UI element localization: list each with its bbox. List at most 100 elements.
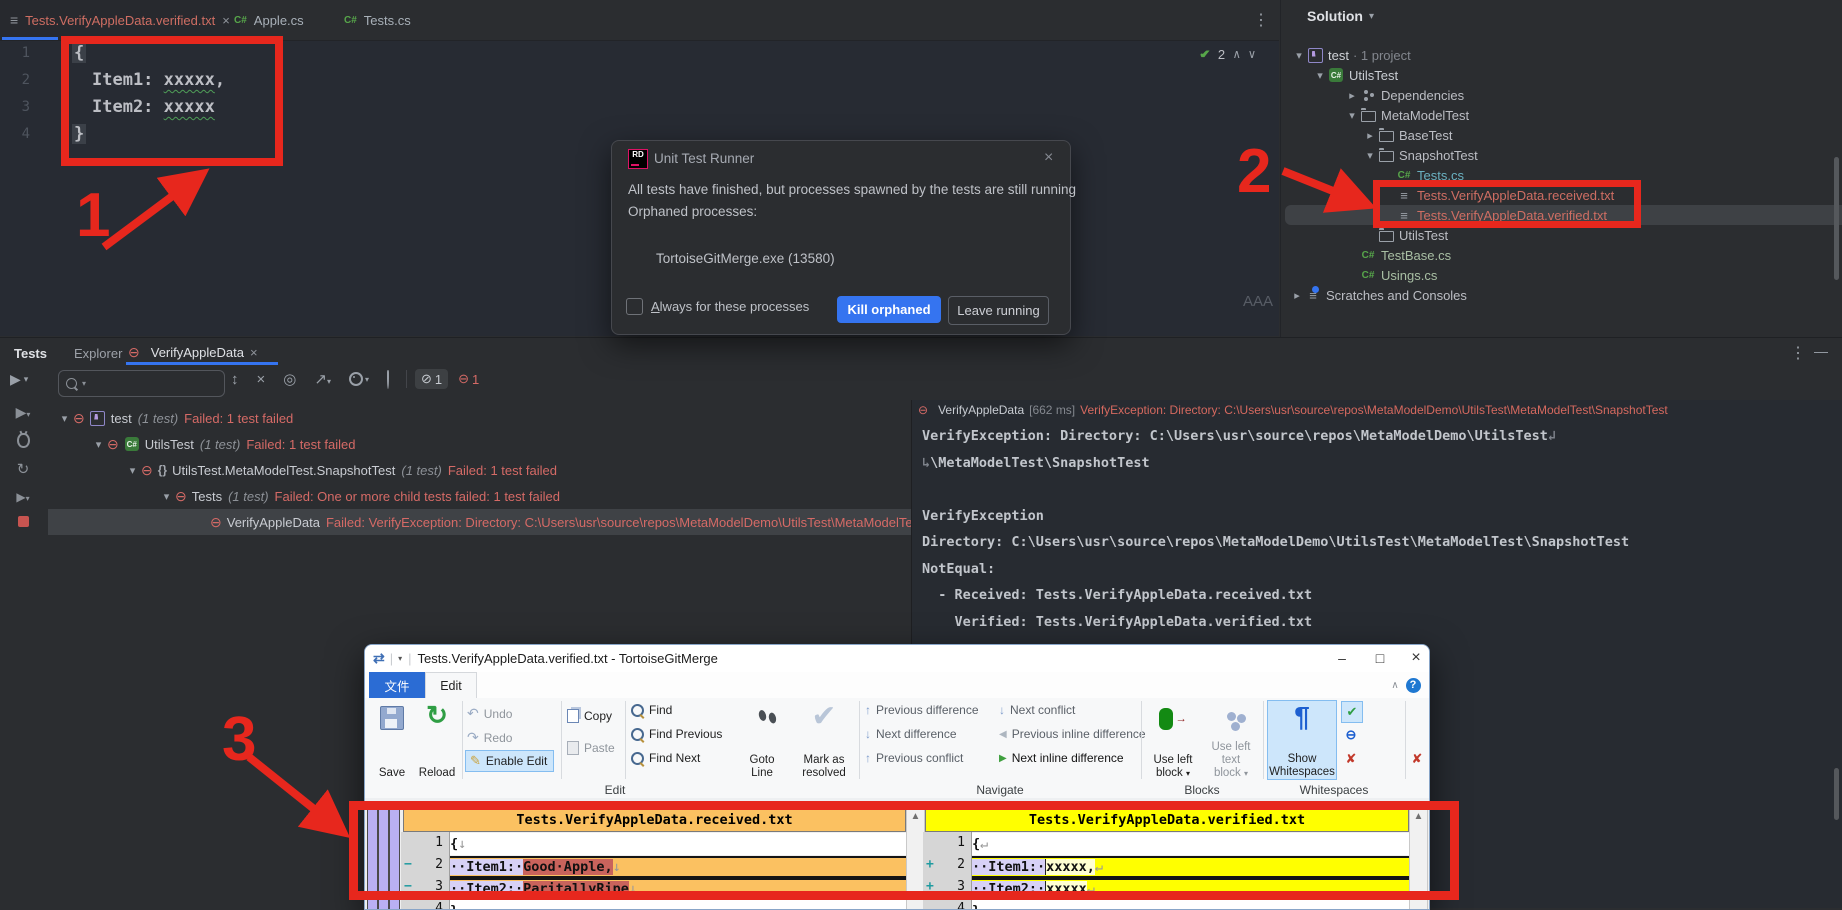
diff-line-changed[interactable]: ··Item1:· xxxxx, ↵ (972, 856, 1409, 878)
run-icon[interactable]: ▶ (10, 371, 21, 388)
tab-explorer[interactable]: Explorer (74, 345, 122, 363)
copy-button[interactable]: Copy (567, 709, 612, 723)
quick-access-dropdown-icon[interactable]: ▾ (398, 654, 402, 663)
whitespace-ignore-icon[interactable]: ⊖ (1341, 725, 1361, 745)
tree-item-testbase-cs[interactable]: C# TestBase.cs (1285, 245, 1842, 265)
muted-filter-badge[interactable]: ⊘ 1 (414, 369, 449, 389)
expand-all-icon[interactable]: ↕ (231, 371, 239, 388)
always-checkbox[interactable]: Always for these processes (626, 298, 809, 315)
checkbox-icon[interactable] (626, 298, 643, 315)
chevron-down-icon[interactable]: ▾ (1291, 49, 1307, 62)
tree-item-project-utilstest[interactable]: ▾ C# UtilsTest (1285, 65, 1842, 85)
redo-button[interactable]: ↷ Redo (467, 729, 512, 746)
maximize-button[interactable]: □ (1365, 645, 1395, 671)
tab-verifyappledata[interactable]: ⊖ VerifyAppleData × (128, 344, 258, 361)
tab-apple-cs[interactable]: C# Apple.cs (224, 0, 314, 40)
test-node-class[interactable]: ▾ ⊖ {} UtilsTest.MetaModelTest.SnapshotT… (48, 457, 984, 483)
reload-button[interactable]: ↻ Reload (415, 700, 459, 780)
chevron-right-icon[interactable]: ▸ (1362, 129, 1378, 142)
prev-issue-icon[interactable]: ∧ (1233, 47, 1240, 61)
diff-line-changed[interactable]: ··Item1:· Good·Apple, ↓ (450, 856, 906, 878)
chevron-down-icon[interactable]: ▾ (1312, 69, 1328, 82)
close-icon[interactable]: × (250, 345, 258, 360)
settings-gear-icon[interactable]: ▾ (348, 372, 369, 386)
collapse-all-icon[interactable]: × (257, 371, 266, 388)
locator-bar[interactable] (389, 804, 400, 909)
undo-button[interactable]: ↶ Undo (467, 705, 512, 722)
diff-line[interactable]: {↵ (972, 833, 1409, 855)
chevron-down-icon[interactable]: ▾ (56, 412, 73, 425)
diff-line-changed[interactable]: ··Item2:· ParitallyRipe ↓ (450, 878, 906, 900)
dropdown-icon[interactable]: ▾ (24, 374, 29, 385)
test-node-tests[interactable]: ▾ ⊖ Tests (1 test) Failed: One or more c… (48, 483, 1018, 509)
chevron-down-icon[interactable]: ▾ (1362, 149, 1378, 162)
next-inline-difference-button[interactable]: ▶ Next inline difference (999, 751, 1124, 765)
paste-button[interactable]: Paste (567, 741, 615, 755)
use-left-text-block-button[interactable]: Use left text block ▾ (1201, 700, 1261, 780)
right-pane-scrollbar[interactable]: ▲ (1409, 808, 1428, 909)
test-node-project[interactable]: ▾ ⊖ C# UtilsTest (1 test) Failed: 1 test… (48, 431, 950, 457)
solution-header[interactable]: Solution ▾ (1307, 8, 1374, 24)
scroll-up-icon[interactable]: ▲ (911, 811, 921, 909)
rerun-icon[interactable]: ↻ (17, 460, 30, 478)
enable-edit-button[interactable]: ✎ Enable Edit (465, 750, 555, 772)
previous-difference-button[interactable]: ↑ Previous difference (865, 703, 979, 717)
whitespace-check-icon[interactable]: ✔ (1341, 701, 1363, 723)
use-left-block-button[interactable]: → Use left block ▾ (1147, 700, 1199, 780)
test-node-solution[interactable]: ▾ ⊖ test (1 test) Failed: 1 test failed (48, 405, 916, 431)
chevron-right-icon[interactable]: ▸ (1344, 89, 1360, 102)
close-icon[interactable]: × (1044, 149, 1053, 167)
previous-conflict-button[interactable]: ↑ Previous conflict (865, 751, 963, 765)
edit-tab[interactable]: Edit (425, 672, 477, 699)
show-whitespaces-button[interactable]: ¶ Show Whitespaces (1267, 700, 1337, 780)
preview-icon[interactable]: ◎ (283, 370, 296, 388)
find-next-button[interactable]: Find Next (631, 751, 700, 765)
find-previous-button[interactable]: Find Previous (631, 727, 722, 741)
minimize-button[interactable]: – (1327, 645, 1357, 671)
failed-filter-badge[interactable]: ⊖ 1 (458, 371, 479, 387)
next-conflict-button[interactable]: ↓ Next conflict (999, 703, 1075, 717)
collapse-ribbon-icon[interactable]: ∧ (1387, 672, 1403, 698)
tab-tests[interactable]: Tests (14, 345, 47, 363)
kebab-menu-icon[interactable]: ⋮ (1253, 10, 1269, 30)
mark-resolved-button[interactable]: ✔ Mark as resolved (791, 700, 857, 780)
previous-inline-difference-button[interactable]: ◀ Previous inline difference (999, 727, 1146, 741)
tree-item-usings-cs[interactable]: C# Usings.cs (1285, 265, 1842, 285)
help-icon[interactable]: ? (1405, 672, 1421, 698)
chevron-down-icon[interactable]: ▾ (124, 464, 141, 477)
tree-item-solution-test[interactable]: ▾ test · 1 project (1285, 45, 1837, 65)
locator-bar[interactable] (367, 804, 378, 909)
find-button[interactable]: Find (631, 703, 672, 717)
search-input[interactable]: ▾ (58, 370, 225, 397)
tree-item-utilstest-folder[interactable]: UtilsTest (1285, 225, 1842, 245)
tree-item-dependencies[interactable]: ▸ Dependencies (1285, 85, 1842, 105)
run-with-icon[interactable]: ▶▾ (16, 490, 29, 504)
title-bar[interactable]: ⇄ | ▾ | Tests.VerifyAppleData.verified.t… (365, 645, 1429, 672)
chevron-down-icon[interactable]: ▾ (158, 490, 175, 503)
scrollbar[interactable] (1834, 768, 1839, 820)
tree-item-tests-cs[interactable]: C# Tests.cs (1285, 165, 1842, 185)
export-icon[interactable]: ↗▾ (314, 370, 331, 388)
run-all-icon[interactable]: ▶▾ (16, 404, 31, 421)
tree-item-received-txt[interactable]: ≡ Tests.VerifyAppleData.received.txt (1285, 185, 1842, 205)
next-difference-button[interactable]: ↓ Next difference (865, 727, 957, 741)
scroll-up-icon[interactable]: ▲ (1414, 811, 1424, 909)
file-menu-tab[interactable]: 文件 (369, 672, 425, 698)
next-issue-icon[interactable]: ∨ (1248, 47, 1255, 61)
tree-item-scratches[interactable]: ▸ ≡ Scratches and Consoles (1285, 285, 1835, 305)
goto-line-button[interactable]: Goto Line (737, 700, 787, 780)
chevron-down-icon[interactable]: ▾ (1344, 109, 1360, 122)
chevron-right-icon[interactable]: ▸ (1289, 289, 1305, 302)
diff-line[interactable]: {↓ (450, 833, 906, 855)
search-dropdown-icon[interactable]: ▾ (82, 379, 86, 388)
tab-tests-cs[interactable]: C# Tests.cs (334, 0, 421, 40)
diff-line[interactable]: } (450, 900, 906, 909)
scrollbar[interactable] (1834, 157, 1839, 280)
leave-running-button[interactable]: Leave running (948, 296, 1049, 325)
chevron-down-icon[interactable]: ▾ (90, 438, 107, 451)
whitespace-x-icon[interactable]: ✘ (1341, 749, 1361, 769)
minimize-icon[interactable]: — (1814, 343, 1828, 359)
coverage-shield-icon[interactable] (386, 369, 389, 389)
stop-icon[interactable] (17, 516, 29, 527)
kebab-menu-icon[interactable]: ⋮ (1790, 343, 1806, 363)
